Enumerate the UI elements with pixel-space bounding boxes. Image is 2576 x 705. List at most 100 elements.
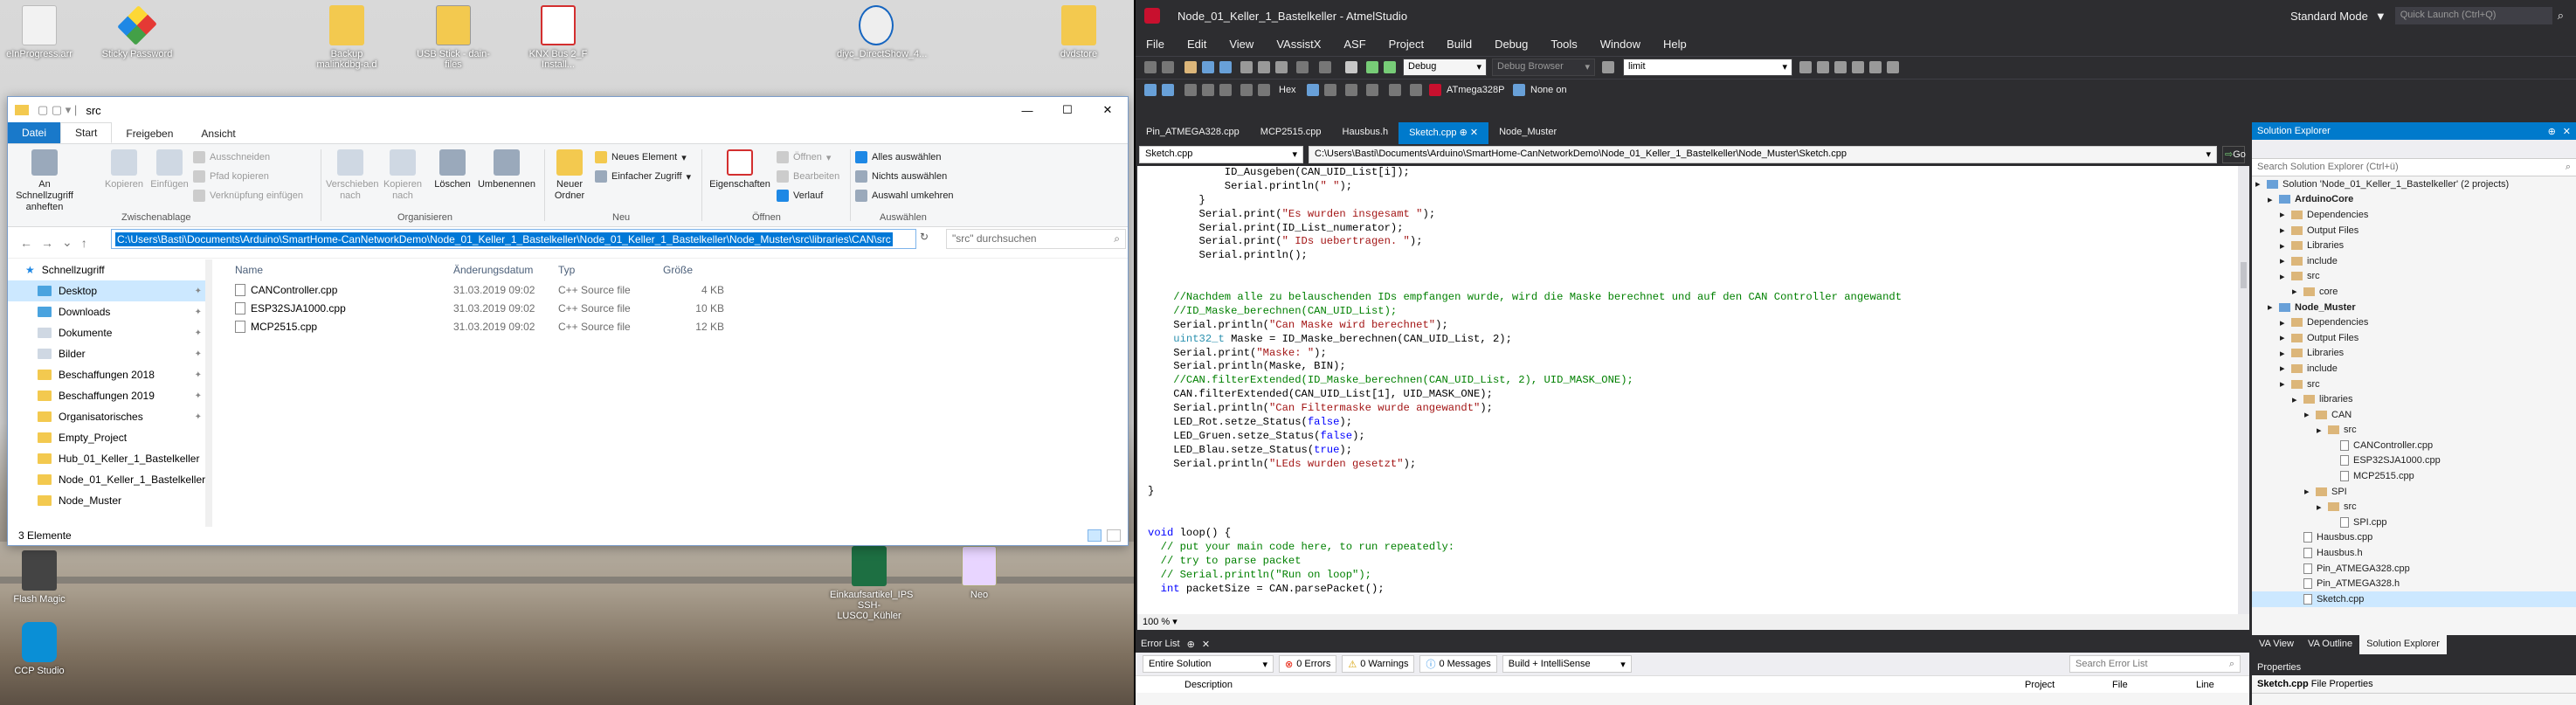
expand-arrow-icon[interactable]: ▸ (2280, 332, 2287, 343)
expand-arrow-icon[interactable]: ▸ (2268, 194, 2275, 205)
cut-button[interactable]: Ausschneiden (193, 151, 270, 163)
desktop-icon[interactable]: Einkaufsartikel_IPS SSH-LUSC0_Kühler (830, 546, 913, 621)
column-line[interactable]: Line (2196, 680, 2240, 690)
tree-node[interactable]: ▸ core (2252, 284, 2576, 300)
window-icon[interactable] (1366, 84, 1378, 96)
error-search-input[interactable]: Search Error List ⌕ (2069, 655, 2241, 673)
forward-icon[interactable] (1162, 61, 1174, 73)
rename-button[interactable]: Umbenennen (476, 149, 537, 190)
messages-filter-button[interactable]: ⓘ 0 Messages (1419, 655, 1497, 673)
undo-icon[interactable] (1296, 61, 1309, 73)
new-folder-button[interactable]: Neuer Ordner (548, 149, 591, 202)
pin-icon[interactable]: ⊕ (2548, 126, 2556, 137)
nav-item-downloads[interactable]: Downloads ✦ (8, 301, 211, 322)
move-to-button[interactable]: Verschieben nach (326, 149, 379, 202)
start-without-debug-icon[interactable] (1384, 61, 1396, 73)
tool-label[interactable]: None on (1530, 85, 1567, 95)
nav-item-quick-access[interactable]: ★ Schnellzugriff (8, 259, 211, 280)
window-icon[interactable] (1307, 84, 1319, 96)
maximize-button[interactable]: ☐ (1047, 103, 1088, 117)
nav-item-folder[interactable]: Beschaffungen 2019 ✦ (8, 385, 211, 406)
cut-icon[interactable] (1240, 61, 1253, 73)
tree-node[interactable]: ▸ Output Files (2252, 223, 2576, 238)
tab-va-outline[interactable]: VA Outline (2301, 635, 2359, 654)
tree-node[interactable]: Pin_ATMEGA328.cpp (2252, 561, 2576, 577)
tab-file[interactable]: Datei (8, 122, 61, 143)
tree-node[interactable]: MCP2515.cpp (2252, 468, 2576, 484)
tree-node[interactable]: CANController.cpp (2252, 438, 2576, 453)
step-icon[interactable] (1240, 84, 1253, 96)
tree-node[interactable]: ▸ ArduinoCore (2252, 192, 2576, 208)
tree-node[interactable]: SPI.cpp (2252, 515, 2576, 530)
pin-icon[interactable]: ⊕ (1187, 639, 1195, 650)
window-icon[interactable] (1389, 84, 1401, 96)
find-in-files-icon[interactable] (1602, 61, 1614, 73)
column-file[interactable]: File (2112, 680, 2196, 690)
tree-node[interactable]: ▸ include (2252, 361, 2576, 377)
tree-node[interactable]: ▸ CAN (2252, 407, 2576, 423)
tree-node[interactable]: Hausbus.cpp (2252, 530, 2576, 546)
tab-solution-explorer[interactable]: Solution Explorer (2359, 635, 2447, 654)
tool-icon[interactable] (1817, 61, 1829, 73)
menu-debug[interactable]: Debug (1495, 38, 1528, 51)
nav-item-folder[interactable]: Hub_01_Keller_1_Bastelkeller (8, 448, 211, 469)
tab-document[interactable]: Hausbus.h (1332, 122, 1399, 144)
expand-arrow-icon[interactable]: ▸ (2280, 378, 2287, 390)
tree-node[interactable]: ▸ src (2252, 377, 2576, 392)
quick-launch-input[interactable]: Quick Launch (Ctrl+Q) (2394, 7, 2552, 24)
tree-node[interactable]: ▸ Solution 'Node_01_Keller_1_Bastelkeller… (2252, 176, 2576, 192)
delete-button[interactable]: Löschen (431, 149, 474, 190)
redo-icon[interactable] (1319, 61, 1331, 73)
menu-project[interactable]: Project (1389, 38, 1424, 51)
go-button[interactable]: ⇨Go (2222, 146, 2246, 163)
step-icon[interactable] (1184, 84, 1197, 96)
mode-selector[interactable]: Standard Mode (2290, 10, 2368, 23)
tool-icon[interactable] (1834, 61, 1847, 73)
copy-to-button[interactable]: Kopieren nach (378, 149, 427, 202)
desktop-icon[interactable]: eInProgress.arr (0, 5, 79, 59)
refresh-icon[interactable]: ↻ (920, 231, 929, 243)
column-description[interactable]: Description (1184, 680, 2025, 690)
config-dropdown[interactable]: Debug ▾ (1403, 59, 1487, 76)
expand-arrow-icon[interactable]: ▸ (2304, 409, 2311, 420)
address-path[interactable]: C:\Users\Basti\Documents\Arduino\SmartHo… (115, 232, 893, 246)
copy-icon[interactable] (1258, 61, 1270, 73)
tool-icon[interactable] (1852, 61, 1864, 73)
nav-item-folder[interactable]: Empty_Project (8, 427, 211, 448)
menu-asf[interactable]: ASF (1343, 38, 1365, 51)
tab-document[interactable]: Node_Muster (1488, 122, 1567, 144)
expand-arrow-icon[interactable]: ▸ (2280, 348, 2287, 359)
window-icon[interactable] (1345, 84, 1357, 96)
column-project[interactable]: Project (2025, 680, 2112, 690)
tree-node[interactable]: ▸ include (2252, 253, 2576, 269)
expand-arrow-icon[interactable]: ▸ (2292, 394, 2299, 405)
save-icon[interactable] (1202, 61, 1214, 73)
tab-share[interactable]: Freigeben (112, 124, 187, 143)
nav-item-desktop[interactable]: Desktop ✦ (8, 280, 211, 301)
tree-node[interactable]: ▸ src (2252, 499, 2576, 515)
back-icon[interactable] (1144, 61, 1157, 73)
copy-button[interactable]: Kopieren (102, 149, 146, 190)
edit-button[interactable]: Bearbeiten (777, 170, 839, 183)
step-icon[interactable] (1219, 84, 1232, 96)
code-editor[interactable]: ID_Ausgeben(CAN_UID_List[i]); Serial.pri… (1137, 166, 2240, 614)
debug-icon[interactable] (1144, 84, 1157, 96)
close-icon[interactable]: ✕ (1202, 639, 1210, 650)
step-icon[interactable] (1202, 84, 1214, 96)
tree-node[interactable]: ▸ Output Files (2252, 330, 2576, 346)
properties-button[interactable]: Eigenschaften (707, 149, 773, 190)
invert-selection-button[interactable]: Auswahl umkehren (855, 190, 954, 202)
expand-arrow-icon[interactable]: ▸ (2280, 271, 2287, 282)
tab-home[interactable]: Start (60, 122, 113, 143)
expand-arrow-icon[interactable]: ▸ (2280, 225, 2287, 236)
tree-node[interactable]: ▸ Dependencies (2252, 314, 2576, 330)
column-date[interactable]: Änderungsdatum (453, 264, 558, 276)
start-debug-icon[interactable] (1366, 61, 1378, 73)
scope-dropdown[interactable]: Entire Solution ▾ (1143, 655, 1274, 673)
filter-icon[interactable]: ▼ (2375, 10, 2386, 23)
file-row[interactable]: CANController.cpp 31.03.2019 09:02 C++ Sou… (226, 280, 1117, 299)
open-button[interactable]: Öffnen ▾ (777, 151, 831, 163)
file-dropdown[interactable]: Sketch.cpp ▾ (1139, 146, 1303, 163)
desktop-icon[interactable]: USB Stick - dain-files (414, 5, 493, 70)
expand-arrow-icon[interactable]: ▸ (2280, 209, 2287, 220)
